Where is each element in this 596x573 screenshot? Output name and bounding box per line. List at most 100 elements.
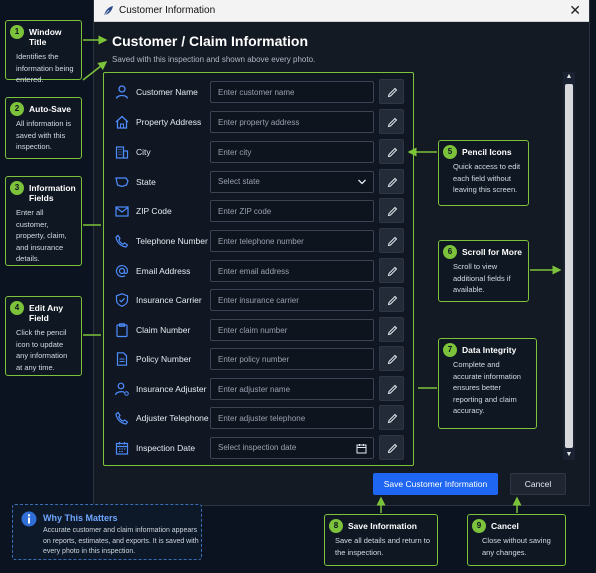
field-label: Inspection Date <box>136 443 196 453</box>
save-customer-information-button[interactable]: Save Customer Information <box>373 473 498 495</box>
scroll-thumb[interactable] <box>565 84 573 448</box>
edit-customer-name-button[interactable] <box>379 79 404 104</box>
edit-email-address-button[interactable] <box>379 258 404 283</box>
insurance-carrier-input[interactable] <box>210 289 374 311</box>
callout-title: Save Information <box>348 521 417 531</box>
pencil-icon <box>387 354 398 365</box>
callout-body: Click the pencil icon to update any info… <box>16 328 68 372</box>
field-label: Policy Number <box>136 354 192 364</box>
field-label: State <box>136 177 156 187</box>
callout-window-title: 1 Window Title Identifies the informatio… <box>5 20 82 84</box>
edit-property-address-button[interactable] <box>379 109 404 134</box>
field-label: Adjuster Telephone <box>136 413 209 423</box>
field-property-address: Property Address <box>104 109 413 135</box>
callout-body: Complete and accurate information ensure… <box>453 360 521 415</box>
callout-number: 9 <box>472 519 486 533</box>
feather-icon <box>103 6 113 17</box>
why-title: Why This Matters <box>43 513 118 523</box>
pencil-icon <box>387 117 398 128</box>
field-label: City <box>136 147 151 157</box>
adjuster-telephone-input[interactable] <box>210 407 374 429</box>
pencil-icon <box>387 266 398 277</box>
inspection-date-placeholder: Select inspection date <box>218 443 297 452</box>
state-select-value: Select state <box>218 177 260 186</box>
field-inspection-date: Inspection Date Select inspection date <box>104 435 413 461</box>
at-sign-icon <box>115 265 129 278</box>
callout-auto-save: 2 Auto-Save All information is saved wit… <box>5 97 82 159</box>
claim-number-input[interactable] <box>210 319 374 341</box>
page-subtitle: Saved with this inspection and shown abo… <box>112 55 316 64</box>
edit-insurance-carrier-button[interactable] <box>379 287 404 312</box>
field-insurance-carrier: Insurance Carrier <box>104 287 413 313</box>
title-bar: Customer Information ✕ <box>94 0 589 22</box>
field-telephone-number: Telephone Number <box>104 228 413 254</box>
callout-number: 4 <box>10 301 24 315</box>
field-label: Claim Number <box>136 325 191 335</box>
field-city: City <box>104 139 413 165</box>
scroll-down-arrow-icon[interactable]: ▼ <box>563 450 575 460</box>
callout-title: Data Integrity <box>462 345 517 355</box>
callout-number: 3 <box>10 181 24 195</box>
callout-body: Quick access to edit each field without … <box>453 162 521 194</box>
zip-code-input[interactable] <box>210 200 374 222</box>
inspection-date-picker[interactable]: Select inspection date <box>210 437 374 459</box>
edit-inspection-date-button[interactable] <box>379 435 404 460</box>
field-label: Insurance Adjuster <box>136 384 207 394</box>
customer-name-input[interactable] <box>210 81 374 103</box>
callout-number: 2 <box>10 102 24 116</box>
close-icon[interactable]: ✕ <box>569 2 581 18</box>
info-icon <box>21 511 37 527</box>
pencil-icon <box>387 384 398 395</box>
field-email-address: Email Address <box>104 258 413 284</box>
phone-icon <box>115 411 129 425</box>
callout-edit-any-field: 4 Edit Any Field Click the pencil icon t… <box>5 296 82 376</box>
pencil-icon <box>387 147 398 158</box>
callout-body: Identifies the information being entered… <box>16 52 74 84</box>
callout-cancel: 9 Cancel Close without saving any change… <box>467 514 566 566</box>
form-panel: Customer Name Property Address City Stat… <box>103 72 414 466</box>
email-address-input[interactable] <box>210 260 374 282</box>
building-icon <box>115 146 129 159</box>
field-label: Property Address <box>136 117 202 127</box>
edit-city-button[interactable] <box>379 139 404 164</box>
city-input[interactable] <box>210 141 374 163</box>
pencil-icon <box>387 87 398 98</box>
callout-pencil-icons: 5 Pencil Icons Quick access to edit each… <box>438 140 529 206</box>
why-this-matters-panel: Why This Matters Accurate customer and c… <box>12 504 202 560</box>
person-icon <box>115 85 129 99</box>
telephone-number-input[interactable] <box>210 230 374 252</box>
scroll-up-arrow-icon[interactable]: ▲ <box>563 72 575 82</box>
cancel-button[interactable]: Cancel <box>510 473 566 495</box>
callout-number: 7 <box>443 343 457 357</box>
user-gear-icon <box>114 382 129 396</box>
callout-body: Close without saving any changes. <box>482 536 551 557</box>
insurance-adjuster-input[interactable] <box>210 378 374 400</box>
map-icon <box>115 177 129 188</box>
page-title: Customer / Claim Information <box>112 33 309 49</box>
envelope-icon <box>115 206 129 217</box>
callout-number: 1 <box>10 25 24 39</box>
edit-policy-number-button[interactable] <box>379 346 404 371</box>
edit-adjuster-telephone-button[interactable] <box>379 405 404 430</box>
callout-number: 6 <box>443 245 457 259</box>
policy-number-input[interactable] <box>210 348 374 370</box>
edit-telephone-number-button[interactable] <box>379 228 404 253</box>
vertical-scrollbar[interactable]: ▲ ▼ <box>563 72 575 460</box>
property-address-input[interactable] <box>210 111 374 133</box>
callout-body: All information is saved with this inspe… <box>16 119 72 151</box>
calendar-icon[interactable] <box>356 443 367 454</box>
chevron-down-icon <box>358 179 366 185</box>
edit-state-button[interactable] <box>379 169 404 194</box>
field-label: Customer Name <box>136 87 198 97</box>
callout-body: Enter all customer, property, claim, and… <box>16 208 67 263</box>
pencil-icon <box>387 325 398 336</box>
field-claim-number: Claim Number <box>104 317 413 343</box>
state-select[interactable]: Select state <box>210 171 374 193</box>
field-label: Insurance Carrier <box>136 295 202 305</box>
edit-insurance-adjuster-button[interactable] <box>379 376 404 401</box>
edit-claim-number-button[interactable] <box>379 317 404 342</box>
callout-body: Scroll to view additional fields if avai… <box>453 262 511 294</box>
pencil-icon <box>387 236 398 247</box>
field-state: State Select state <box>104 169 413 195</box>
edit-zip-code-button[interactable] <box>379 198 404 223</box>
